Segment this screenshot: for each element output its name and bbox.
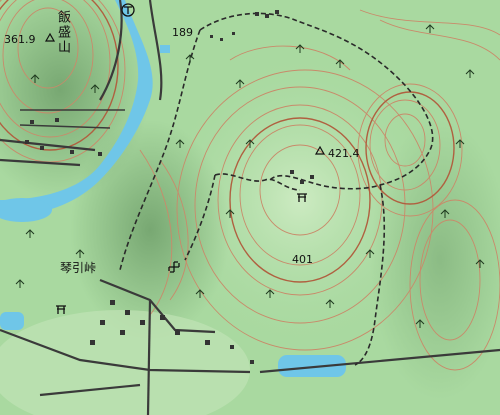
pond-small (160, 45, 170, 53)
pass-name-label: 琴引峠 (60, 261, 97, 275)
topographic-map: 飯盛山 361.9 189 421.4 401 琴引峠 (0, 0, 500, 415)
elevation-label-road: 189 (172, 26, 193, 39)
map-canvas (0, 0, 500, 415)
mountain-name-label: 飯盛山 (55, 10, 70, 55)
elevation-label-west-summit: 361.9 (4, 33, 36, 46)
elevation-label-east-summit: 421.4 (328, 147, 360, 160)
pond-southwest (0, 312, 24, 330)
elevation-label-center-peak: 401 (292, 253, 313, 266)
